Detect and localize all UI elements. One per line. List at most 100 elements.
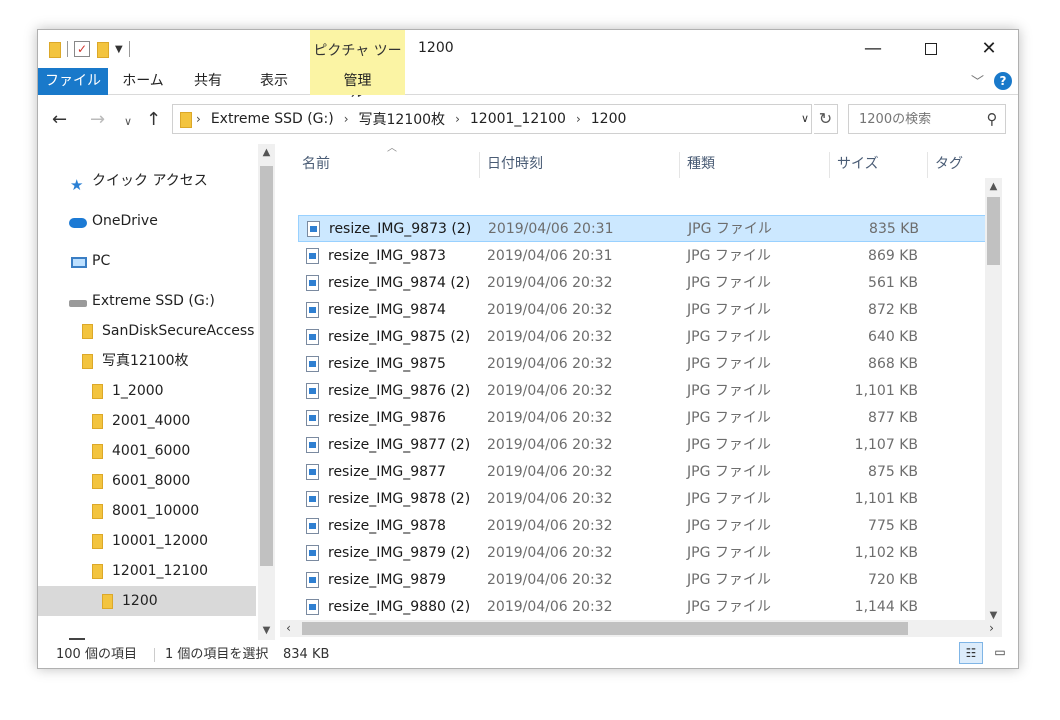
file-type: JPG ファイル bbox=[687, 356, 771, 372]
nav-item-onedrive[interactable]: OneDrive bbox=[38, 206, 256, 236]
nav-item-4001-6000[interactable]: 4001_6000 bbox=[38, 436, 256, 466]
nav-item-12001-12100[interactable]: 12001_12100 bbox=[38, 556, 256, 586]
column-header-tag[interactable]: タグ bbox=[935, 144, 963, 184]
large-icons-view-icon[interactable]: ▭ bbox=[988, 642, 1012, 664]
table-row[interactable]: resize_IMG_9876 2019/04/06 20:32 JPG ファイル 8… bbox=[298, 405, 996, 432]
up-arrow-icon[interactable]: ↑ bbox=[146, 109, 161, 130]
column-separator[interactable] bbox=[479, 152, 480, 178]
column-header-name[interactable]: ︿ 名前 bbox=[302, 144, 397, 184]
breadcrumb-separator-icon[interactable]: › bbox=[196, 112, 201, 126]
details-view-icon[interactable]: ☷ bbox=[959, 642, 983, 664]
search-box[interactable]: ⚲ bbox=[848, 104, 1006, 134]
refresh-icon[interactable]: ↻ bbox=[814, 104, 838, 134]
scroll-up-icon[interactable]: ▲ bbox=[985, 178, 1002, 195]
expand-ribbon-icon[interactable]: ﹀ bbox=[971, 71, 984, 90]
help-icon[interactable]: ? bbox=[994, 71, 1012, 90]
column-separator[interactable] bbox=[927, 152, 928, 178]
star-icon: ★ bbox=[70, 176, 84, 194]
column-separator[interactable] bbox=[679, 152, 680, 178]
maximize-button[interactable] bbox=[902, 30, 960, 68]
horizontal-scrollbar[interactable]: ‹ › bbox=[280, 620, 1002, 637]
table-row[interactable]: resize_IMG_9878 (2) 2019/04/06 20:32 JPG フ… bbox=[298, 486, 996, 513]
address-bar[interactable]: › Extreme SSD (G:) › 写真12100枚 › 12001_12… bbox=[172, 104, 812, 134]
breadcrumb-current[interactable]: 1200 bbox=[591, 111, 627, 127]
column-separator[interactable] bbox=[829, 152, 830, 178]
table-row[interactable]: resize_IMG_9873 (2) 2019/04/06 20:31 JPG フ… bbox=[298, 215, 996, 242]
forward-arrow-icon[interactable]: → bbox=[90, 109, 105, 130]
column-header-size[interactable]: サイズ bbox=[837, 144, 879, 184]
minimize-button[interactable]: — bbox=[844, 30, 902, 68]
file-type: JPG ファイル bbox=[687, 599, 771, 615]
breadcrumb-separator-icon[interactable]: › bbox=[455, 112, 460, 126]
scroll-down-icon[interactable]: ▼ bbox=[258, 622, 275, 639]
nav-item-label: Extreme SSD (G:) bbox=[92, 293, 215, 309]
new-folder-icon[interactable] bbox=[96, 41, 109, 58]
scroll-left-icon[interactable]: ‹ bbox=[280, 620, 297, 637]
close-button[interactable]: ✕ bbox=[960, 30, 1018, 68]
pc-icon bbox=[71, 257, 87, 268]
image-file-icon bbox=[306, 329, 319, 345]
table-row[interactable]: resize_IMG_9875 (2) 2019/04/06 20:32 JPG フ… bbox=[298, 324, 996, 351]
nav-item-quick-access[interactable]: ★ クイック アクセス bbox=[38, 166, 256, 196]
table-row[interactable]: resize_IMG_9874 (2) 2019/04/06 20:32 JPG フ… bbox=[298, 270, 996, 297]
nav-item-extreme-ssd[interactable]: Extreme SSD (G:) bbox=[38, 286, 256, 316]
nav-item-hd-lcu2[interactable] bbox=[38, 626, 256, 640]
breadcrumb-photos[interactable]: 写真12100枚 bbox=[359, 109, 446, 129]
back-arrow-icon[interactable]: ← bbox=[52, 109, 67, 130]
table-row[interactable]: resize_IMG_9879 2019/04/06 20:32 JPG ファイル 7… bbox=[298, 567, 996, 594]
search-input[interactable] bbox=[859, 111, 969, 127]
file-type: JPG ファイル bbox=[687, 545, 771, 561]
tab-share[interactable]: 共有 bbox=[178, 68, 238, 95]
breadcrumb-separator-icon[interactable]: › bbox=[344, 112, 349, 126]
folder-icon bbox=[92, 414, 103, 429]
table-row[interactable]: resize_IMG_9873 2019/04/06 20:31 JPG ファイル 8… bbox=[298, 243, 996, 270]
table-row[interactable]: resize_IMG_9877 (2) 2019/04/06 20:32 JPG フ… bbox=[298, 432, 996, 459]
image-file-icon bbox=[306, 464, 319, 480]
table-row[interactable]: resize_IMG_9879 (2) 2019/04/06 20:32 JPG フ… bbox=[298, 540, 996, 567]
nav-item-pc[interactable]: PC bbox=[38, 246, 256, 276]
nav-item-1200[interactable]: 1200 bbox=[38, 586, 256, 616]
file-type: JPG ファイル bbox=[687, 491, 771, 507]
column-header-type[interactable]: 種類 bbox=[687, 144, 715, 184]
scroll-right-icon[interactable]: › bbox=[983, 620, 1000, 637]
nav-scroll-thumb[interactable] bbox=[260, 166, 273, 566]
selection-count: 1 個の項目を選択 bbox=[165, 647, 269, 662]
nav-item-1-2000[interactable]: 1_2000 bbox=[38, 376, 256, 406]
table-row[interactable]: resize_IMG_9878 2019/04/06 20:32 JPG ファイル 7… bbox=[298, 513, 996, 540]
recent-locations-icon[interactable]: ∨ bbox=[124, 115, 132, 128]
address-dropdown-icon[interactable]: ∨ bbox=[796, 104, 814, 134]
tab-file[interactable]: ファイル bbox=[38, 68, 108, 95]
nav-item-label: SanDiskSecureAccess bbox=[102, 323, 255, 339]
table-row[interactable]: resize_IMG_9877 2019/04/06 20:32 JPG ファイル 8… bbox=[298, 459, 996, 486]
table-row[interactable]: resize_IMG_9880 (2) 2019/04/06 20:32 JPG フ… bbox=[298, 594, 996, 621]
horizontal-scroll-thumb[interactable] bbox=[302, 622, 908, 635]
nav-item-photos[interactable]: 写真12100枚 bbox=[38, 346, 256, 376]
files-scrollbar[interactable]: ▲ ▼ bbox=[985, 178, 1002, 624]
breadcrumb-range[interactable]: 12001_12100 bbox=[470, 111, 566, 127]
nav-item-6001-8000[interactable]: 6001_8000 bbox=[38, 466, 256, 496]
breadcrumb-separator-icon[interactable]: › bbox=[576, 112, 581, 126]
scroll-up-icon[interactable]: ▲ bbox=[258, 144, 275, 161]
table-row[interactable]: resize_IMG_9876 (2) 2019/04/06 20:32 JPG フ… bbox=[298, 378, 996, 405]
tab-view[interactable]: 表示 bbox=[244, 68, 304, 95]
nav-item-8001-10000[interactable]: 8001_10000 bbox=[38, 496, 256, 526]
nav-item-sandisk[interactable]: SanDiskSecureAccess bbox=[38, 316, 256, 346]
files-scroll-thumb[interactable] bbox=[987, 197, 1000, 265]
breadcrumb-drive[interactable]: Extreme SSD (G:) bbox=[211, 111, 334, 127]
customize-toolbar-icon[interactable]: ▼ bbox=[115, 44, 123, 55]
file-date: 2019/04/06 20:32 bbox=[487, 437, 613, 453]
tab-home[interactable]: ホーム bbox=[110, 68, 176, 95]
file-date: 2019/04/06 20:32 bbox=[487, 383, 613, 399]
nav-scrollbar[interactable]: ▲ ▼ bbox=[258, 144, 275, 640]
sort-ascending-icon: ︿ bbox=[387, 144, 397, 154]
table-row[interactable]: resize_IMG_9875 2019/04/06 20:32 JPG ファイル 8… bbox=[298, 351, 996, 378]
tab-manage[interactable]: 管理 bbox=[310, 68, 405, 95]
toolbar-separator bbox=[128, 41, 130, 57]
column-header-date[interactable]: 日付時刻 bbox=[487, 144, 543, 184]
drive-icon bbox=[69, 300, 87, 307]
properties-icon[interactable]: ✓ bbox=[74, 41, 90, 57]
nav-item-2001-4000[interactable]: 2001_4000 bbox=[38, 406, 256, 436]
search-icon[interactable]: ⚲ bbox=[979, 110, 1005, 128]
table-row[interactable]: resize_IMG_9874 2019/04/06 20:32 JPG ファイル 8… bbox=[298, 297, 996, 324]
nav-item-10001-12000[interactable]: 10001_12000 bbox=[38, 526, 256, 556]
